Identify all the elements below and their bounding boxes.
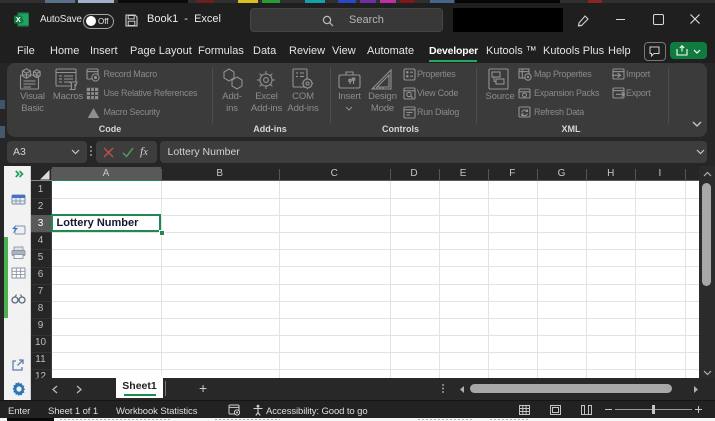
svg-text:X: X bbox=[16, 15, 21, 24]
